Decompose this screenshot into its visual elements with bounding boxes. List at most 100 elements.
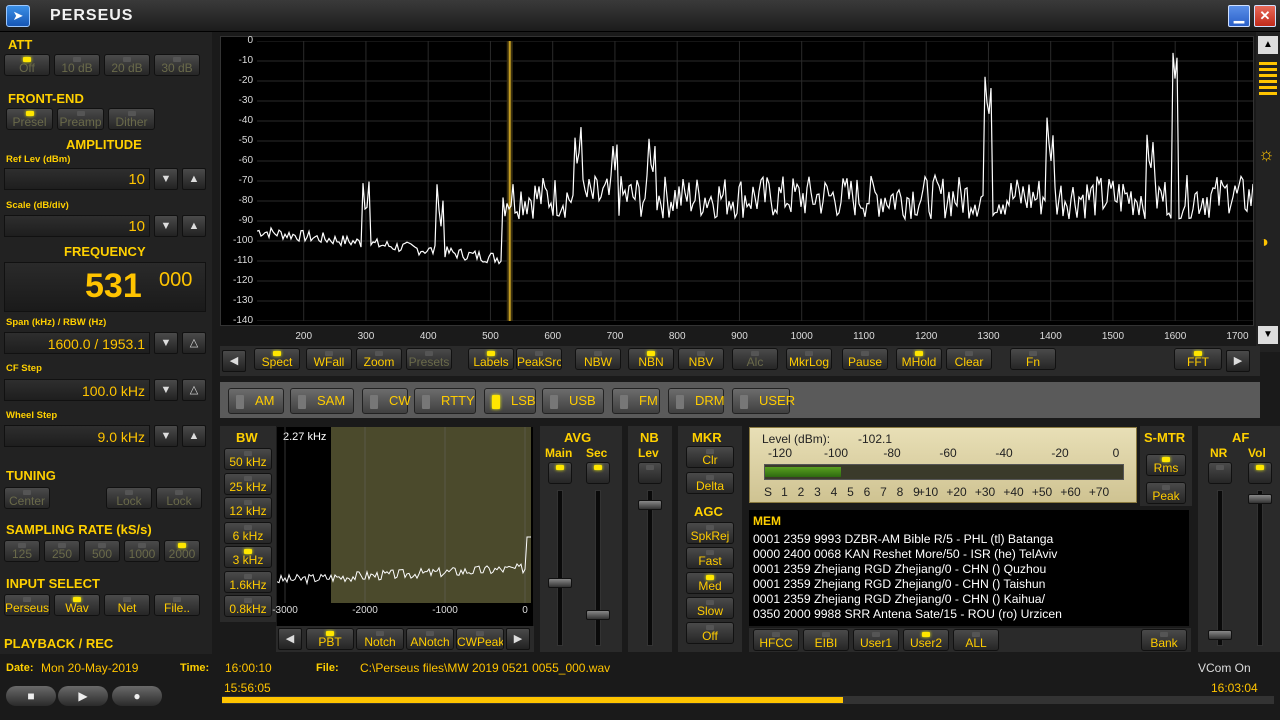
- toolbar-button-presets[interactable]: Presets: [406, 348, 452, 370]
- filter-button-pbt[interactable]: PBT: [306, 628, 354, 650]
- filter-button-cwpeak[interactable]: CWPeak: [456, 628, 504, 650]
- toolbar-button-alc[interactable]: Alc: [732, 348, 778, 370]
- toolbar-button-nbw[interactable]: NBW: [575, 348, 621, 370]
- agc-button-fast[interactable]: Fast: [686, 547, 734, 569]
- input-button-net[interactable]: Net: [104, 594, 150, 616]
- mem-list-item[interactable]: 0000 2400 0068 KAN Reshet More/50 - ISR …: [753, 547, 1057, 561]
- smtr-rms-button[interactable]: Rms: [1146, 454, 1186, 476]
- spectrum-right-button[interactable]: ▶: [1226, 350, 1250, 372]
- bw-button-25-khz[interactable]: 25 kHz: [224, 472, 272, 495]
- bw-button-6-khz[interactable]: 6 kHz: [224, 521, 272, 544]
- input-button-perseus[interactable]: Perseus: [4, 594, 50, 616]
- cf-step-down-button[interactable]: ▼: [154, 379, 178, 401]
- brightness-icon[interactable]: ☼: [1258, 144, 1275, 165]
- toolbar-button-nbv[interactable]: NBV: [678, 348, 724, 370]
- input-button-file[interactable]: File..: [154, 594, 200, 616]
- avg-sec-button[interactable]: [586, 462, 610, 484]
- bw-button-1-6khz[interactable]: 1.6kHz: [224, 570, 272, 593]
- avg-main-button[interactable]: [548, 462, 572, 484]
- mode-button-drm[interactable]: DRM: [668, 388, 725, 414]
- wheel-step-value[interactable]: 9.0 kHz: [4, 425, 150, 447]
- frontend-button-dither[interactable]: Dither: [108, 108, 155, 130]
- mem-list-item[interactable]: 0001 2359 9993 DZBR-AM Bible R/5 - PHL (…: [753, 532, 1053, 546]
- sample-rate-button-2000[interactable]: 2000: [164, 540, 200, 562]
- mem-button-user2[interactable]: User2: [903, 629, 949, 651]
- mode-button-cw[interactable]: CW: [362, 388, 411, 414]
- mem-list-item[interactable]: 0350 2000 9988 SRR Antena Sate/15 - ROU …: [753, 607, 1062, 621]
- nr-slider[interactable]: [1208, 630, 1232, 640]
- filter-display[interactable]: 2.27 kHz -3000 -2000 -1000 0: [272, 427, 533, 627]
- cf-step-value[interactable]: 100.0 kHz: [4, 379, 150, 401]
- toolbar-button-labels[interactable]: Labels: [468, 348, 514, 370]
- record-button[interactable]: ●: [112, 686, 162, 706]
- att-button-20-db[interactable]: 20 dB: [104, 54, 150, 76]
- nb-button[interactable]: [638, 462, 662, 484]
- spectrum-display[interactable]: 0 -10 -20 -30 -40 -50 -60 -70 -80 -90 -100 -110 -120…: [220, 35, 1254, 342]
- toolbar-button-nbn[interactable]: NBN: [628, 348, 674, 370]
- toolbar-button-spect[interactable]: Spect: [254, 348, 300, 370]
- sample-rate-button-500[interactable]: 500: [84, 540, 120, 562]
- mem-button-eibi[interactable]: EIBI: [803, 629, 849, 651]
- avg-sec-slider[interactable]: [586, 610, 610, 620]
- tuning-button-2[interactable]: Lock: [156, 487, 202, 509]
- toolbar-button-mkrlog[interactable]: MkrLog: [786, 348, 832, 370]
- toolbar-button-clear[interactable]: Clear: [946, 348, 992, 370]
- frontend-button-preamp[interactable]: Preamp: [57, 108, 104, 130]
- span-down-button[interactable]: ▼: [154, 332, 178, 354]
- spectrum-left-button[interactable]: ◀: [222, 350, 246, 372]
- filter-right-button[interactable]: ▶: [506, 628, 530, 650]
- agc-button-med[interactable]: Med: [686, 572, 734, 594]
- vol-slider[interactable]: [1248, 494, 1272, 504]
- tuning-button-0[interactable]: Center: [4, 487, 50, 509]
- toolbar-button-fft[interactable]: FFT: [1174, 348, 1222, 370]
- nb-level-slider[interactable]: [638, 500, 662, 510]
- mem-button-all[interactable]: ALL: [953, 629, 999, 651]
- att-button-off[interactable]: Off: [4, 54, 50, 76]
- mem-button-bank[interactable]: Bank: [1141, 629, 1187, 651]
- mem-list-item[interactable]: 0001 2359 Zhejiang RGD Zhejiang/0 - CHN …: [753, 577, 1045, 591]
- toolbar-button-mhold[interactable]: MHold: [896, 348, 942, 370]
- toolbar-button-wfall[interactable]: WFall: [306, 348, 352, 370]
- agc-button-slow[interactable]: Slow: [686, 597, 734, 619]
- tuning-button-1[interactable]: Lock: [106, 487, 152, 509]
- mkr-button-delta[interactable]: Delta: [686, 472, 734, 494]
- span-value[interactable]: 1600.0 / 1953.1: [4, 332, 150, 354]
- att-button-30-db[interactable]: 30 dB: [154, 54, 200, 76]
- nr-button[interactable]: [1208, 462, 1232, 484]
- ref-level-down-button[interactable]: ▼: [154, 168, 178, 190]
- agc-button-off[interactable]: Off: [686, 622, 734, 644]
- toolbar-button-zoom[interactable]: Zoom: [356, 348, 402, 370]
- smtr-peak-button[interactable]: Peak: [1146, 482, 1186, 504]
- wheel-step-down-button[interactable]: ▼: [154, 425, 178, 447]
- mode-button-usb[interactable]: USB: [542, 388, 604, 414]
- span-up-button[interactable]: △: [182, 332, 206, 354]
- att-button-10-db[interactable]: 10 dB: [54, 54, 100, 76]
- mem-list-item[interactable]: 0001 2359 Zhejiang RGD Zhejiang/0 - CHN …: [753, 592, 1045, 606]
- scale-value[interactable]: 10: [4, 215, 150, 237]
- close-button[interactable]: ✕: [1254, 5, 1276, 27]
- mode-button-am[interactable]: AM: [228, 388, 284, 414]
- memory-list[interactable]: MEM 0001 2359 9993 DZBR-AM Bible R/5 - P…: [749, 510, 1189, 626]
- mem-button-user1[interactable]: User1: [853, 629, 899, 651]
- contrast-icon[interactable]: ◑: [1259, 234, 1269, 252]
- ref-level-value[interactable]: 10: [4, 168, 150, 190]
- mode-button-rtty[interactable]: RTTY: [414, 388, 476, 414]
- minimize-button[interactable]: ▁: [1228, 5, 1250, 27]
- frequency-display[interactable]: 531 000: [4, 262, 206, 312]
- toolbar-button-pause[interactable]: Pause: [842, 348, 888, 370]
- toolbar-button-fn[interactable]: Fn: [1010, 348, 1056, 370]
- filter-button-notch[interactable]: Notch: [356, 628, 404, 650]
- mode-button-user[interactable]: USER: [732, 388, 795, 414]
- app-icon[interactable]: ➤: [6, 5, 30, 27]
- filter-button-anotch[interactable]: ANotch: [406, 628, 454, 650]
- playback-progress-track[interactable]: [222, 696, 1274, 704]
- wheel-step-up-button[interactable]: ▲: [182, 425, 206, 447]
- mkr-button-clr[interactable]: Clr: [686, 446, 734, 468]
- sample-rate-button-1000[interactable]: 1000: [124, 540, 160, 562]
- mem-button-hfcc[interactable]: HFCC: [753, 629, 799, 651]
- spectrum-plot[interactable]: [257, 41, 1253, 321]
- mode-button-sam[interactable]: SAM: [290, 388, 354, 414]
- ref-level-up-button[interactable]: ▲: [182, 168, 206, 190]
- frontend-button-presel[interactable]: Presel: [6, 108, 53, 130]
- agc-button-spkrej[interactable]: SpkRej: [686, 522, 734, 544]
